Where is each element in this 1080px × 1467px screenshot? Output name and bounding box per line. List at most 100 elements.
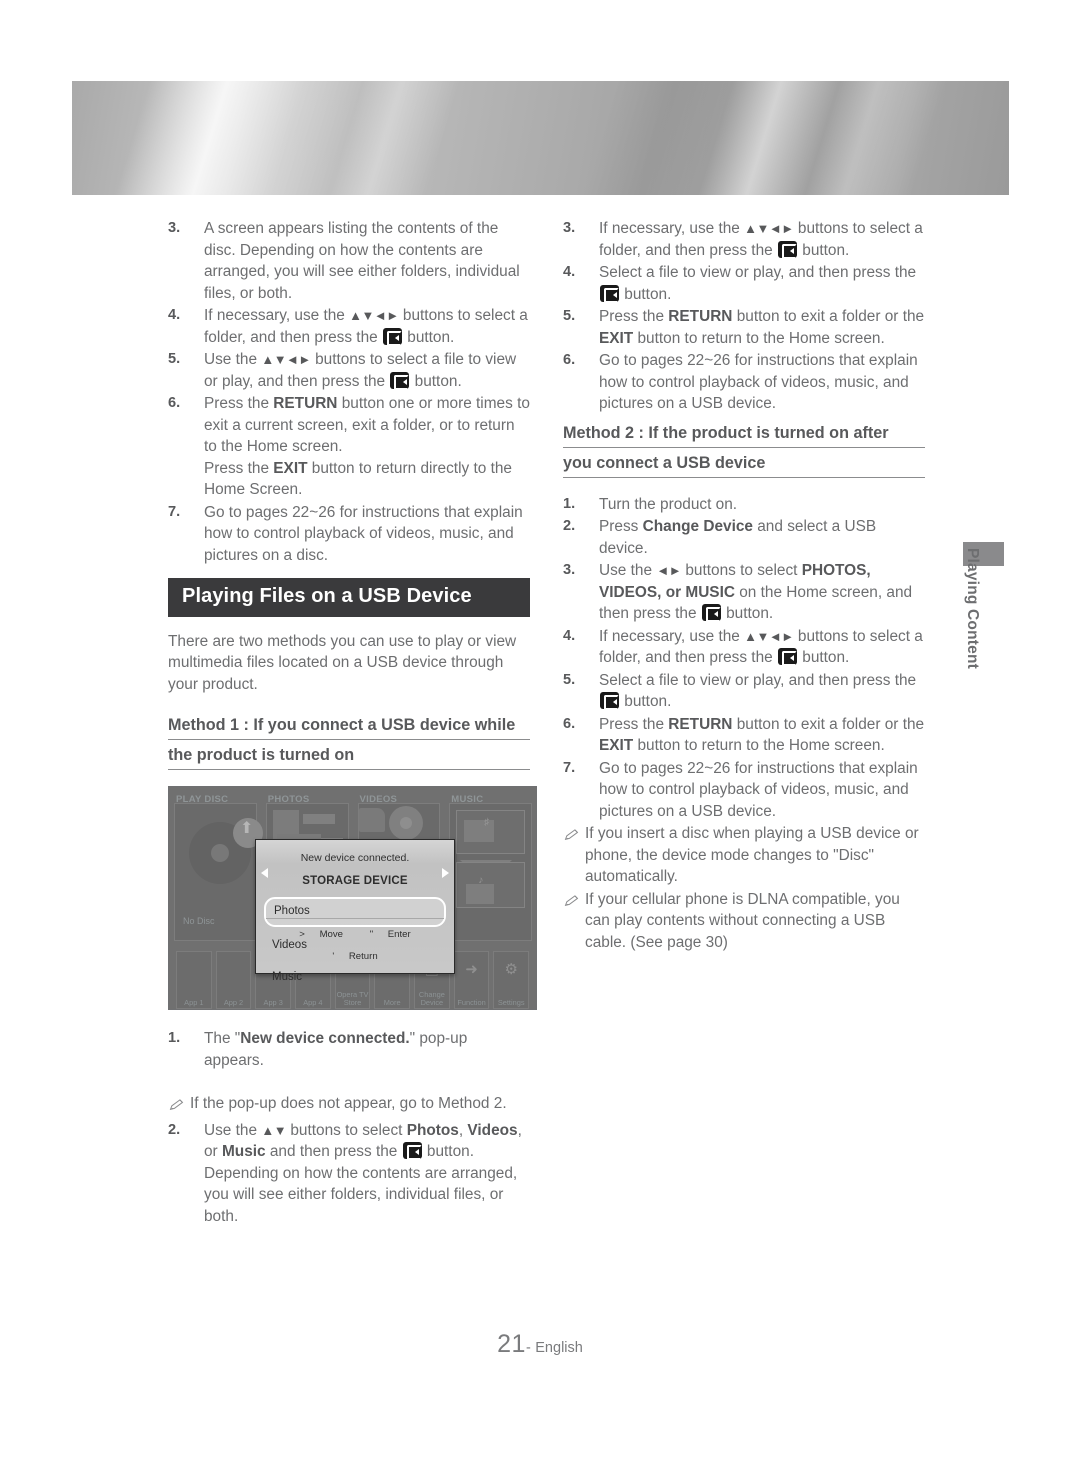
list-text: Press the RETURN button to exit a folder… (599, 308, 925, 347)
music-thumb-icon (464, 820, 495, 842)
list-item: 2. Use the ▲▼ buttons to select Photos, … (168, 1120, 530, 1228)
page-footer: 21- English (0, 1330, 1080, 1359)
list-text: Use the ▲▼ buttons to select Photos, Vid… (204, 1121, 522, 1225)
list-number: 3. (563, 220, 576, 236)
list-item: 4. Select a file to view or play, and th… (563, 262, 925, 305)
hint-enter: " Enter (369, 929, 411, 940)
popup-hint-bar: > Move " Enter ' Return (266, 918, 444, 967)
list-text: If necessary, use the ▲▼◄► buttons to se… (599, 220, 923, 259)
pencil-icon (563, 823, 585, 888)
app-label: Settings (497, 998, 525, 1007)
chevron-left-icon[interactable] (261, 868, 268, 878)
method-2-heading: Method 2 : If the product is turned on a… (563, 423, 925, 478)
tile-play-disc: PLAY DISC No Disc (174, 794, 263, 945)
list-number: 2. (563, 518, 576, 534)
tile-music: MUSIC ♯ ♪ (449, 794, 532, 945)
list-number: 6. (168, 395, 181, 411)
note-item: If you insert a disc when playing a USB … (563, 823, 925, 888)
method-heading-line: the product is turned on (168, 745, 530, 770)
list-item: 1. The "New device connected." pop-up ap… (168, 1028, 530, 1071)
list-text: Go to pages 22~26 for instructions that … (599, 759, 918, 820)
note-text: If the pop-up does not appear, go to Met… (190, 1095, 507, 1112)
new-device-popup[interactable]: New device connected. STORAGE DEVICE Pho… (255, 839, 455, 983)
section-title: Playing Files on a USB Device (168, 578, 530, 617)
app-label: App 3 (263, 998, 283, 1007)
film-reel-icon (388, 806, 423, 840)
list-number: 4. (563, 264, 576, 280)
list-text: If necessary, use the ▲▼◄► buttons to se… (204, 307, 528, 346)
gear-icon: ⚙ (504, 961, 518, 978)
enter-button-icon (777, 648, 797, 666)
list-text: Select a file to view or play, and then … (599, 264, 917, 303)
photo-thumb-icon (302, 814, 335, 824)
app-cell-settings[interactable]: ⚙ Settings (493, 951, 530, 1009)
chevron-right-icon[interactable] (442, 868, 449, 878)
app-label: App 4 (303, 998, 323, 1007)
app-label: App 2 (223, 998, 244, 1007)
list-item: 3. Use the ◄► buttons to select PHOTOS, … (563, 560, 925, 625)
dpad-arrows-icon: ▲▼◄► (744, 221, 794, 236)
video-thumb-icon (358, 808, 385, 832)
note-item: If the pop-up does not appear, go to Met… (168, 1093, 530, 1119)
manual-page: 3. A screen appears listing the contents… (0, 0, 1080, 1467)
tile-status: No Disc (183, 915, 215, 926)
list-item: 2. Press Change Device and select a USB … (563, 516, 925, 559)
arrow-right-icon: ➜ (465, 961, 478, 978)
left-column: 3. A screen appears listing the contents… (168, 218, 537, 1228)
list-text: Press the RETURN button to exit a folder… (599, 715, 925, 755)
app-cell-app-1[interactable]: App 1 (176, 951, 212, 1009)
list-item: 6. Press the RETURN button one or more t… (168, 393, 530, 501)
list-number: 3. (168, 220, 181, 236)
hint-return: ' Return (332, 950, 378, 962)
list-item: 6. Go to pages 22~26 for instructions th… (563, 350, 925, 415)
list-number: 1. (168, 1030, 181, 1046)
list-item: 7. Go to pages 22~26 for instructions th… (563, 758, 925, 823)
method-1-heading: Method 1 : If you connect a USB device w… (168, 715, 530, 770)
header-banner (72, 81, 1009, 195)
list-item: 3. A screen appears listing the contents… (168, 218, 530, 304)
list-number: 6. (563, 352, 576, 368)
popup-option-music[interactable]: Music (264, 964, 446, 992)
app-label: App 1 (184, 998, 204, 1007)
footer-separator: - (525, 1340, 531, 1356)
list-item: 3. If necessary, use the ▲▼◄► buttons to… (563, 218, 925, 261)
popup-device-name: STORAGE DEVICE (302, 874, 408, 887)
list-item: 7. Go to pages 22~26 for instructions th… (168, 502, 530, 567)
list-number: 1. (563, 495, 576, 512)
note-text: If your cellular phone is DLNA compatibl… (585, 890, 900, 951)
list-number: 2. (168, 1121, 181, 1138)
list-item: 5. Use the ▲▼◄► buttons to select a file… (168, 349, 530, 392)
list-number: 4. (563, 627, 576, 644)
music-note-icon: ♯ (484, 817, 490, 828)
list-item: 4. If necessary, use the ▲▼◄► buttons to… (168, 305, 530, 348)
list-text: The "New device connected." pop-up appea… (204, 1030, 468, 1069)
dpad-arrows-icon: ▲▼◄► (744, 628, 794, 644)
app-label: More (383, 998, 401, 1007)
dpad-arrows-icon: ▲▼ (261, 1122, 287, 1138)
list-item: 6. Press the RETURN button to exit a fol… (563, 714, 925, 757)
app-label: Change Device (418, 990, 445, 1007)
list-text: Go to pages 22~26 for instructions that … (599, 352, 918, 412)
right-column: 3. If necessary, use the ▲▼◄► buttons to… (563, 218, 925, 954)
note-text: If you insert a disc when playing a USB … (585, 825, 919, 885)
app-cell-function[interactable]: ➜ Function (453, 951, 490, 1009)
dpad-arrows-icon: ▲▼◄► (349, 308, 399, 323)
list-text: Use the ▲▼◄► buttons to select a file to… (204, 351, 517, 390)
list-text: Use the ◄► buttons to select PHOTOS, VID… (599, 562, 913, 622)
list-text: Press Change Device and select a USB dev… (599, 518, 877, 557)
enter-button-icon (701, 604, 721, 622)
note-item: If your cellular phone is DLNA compatibl… (563, 889, 925, 954)
list-number: 5. (563, 671, 576, 688)
list-text: A screen appears listing the contents of… (204, 220, 520, 302)
list-text: Go to pages 22~26 for instructions that … (204, 503, 523, 564)
app-cell-app-2[interactable]: App 2 (215, 951, 252, 1009)
section-intro: There are two methods you can use to pla… (168, 632, 517, 693)
footer-language: English (535, 1340, 583, 1356)
list-number: 7. (563, 759, 576, 776)
list-text: Select a file to view or play, and then … (599, 671, 917, 710)
page-number: 21 (497, 1330, 526, 1358)
dpad-arrows-icon: ◄► (656, 563, 682, 578)
list-text: If necessary, use the ▲▼◄► buttons to se… (599, 627, 923, 666)
